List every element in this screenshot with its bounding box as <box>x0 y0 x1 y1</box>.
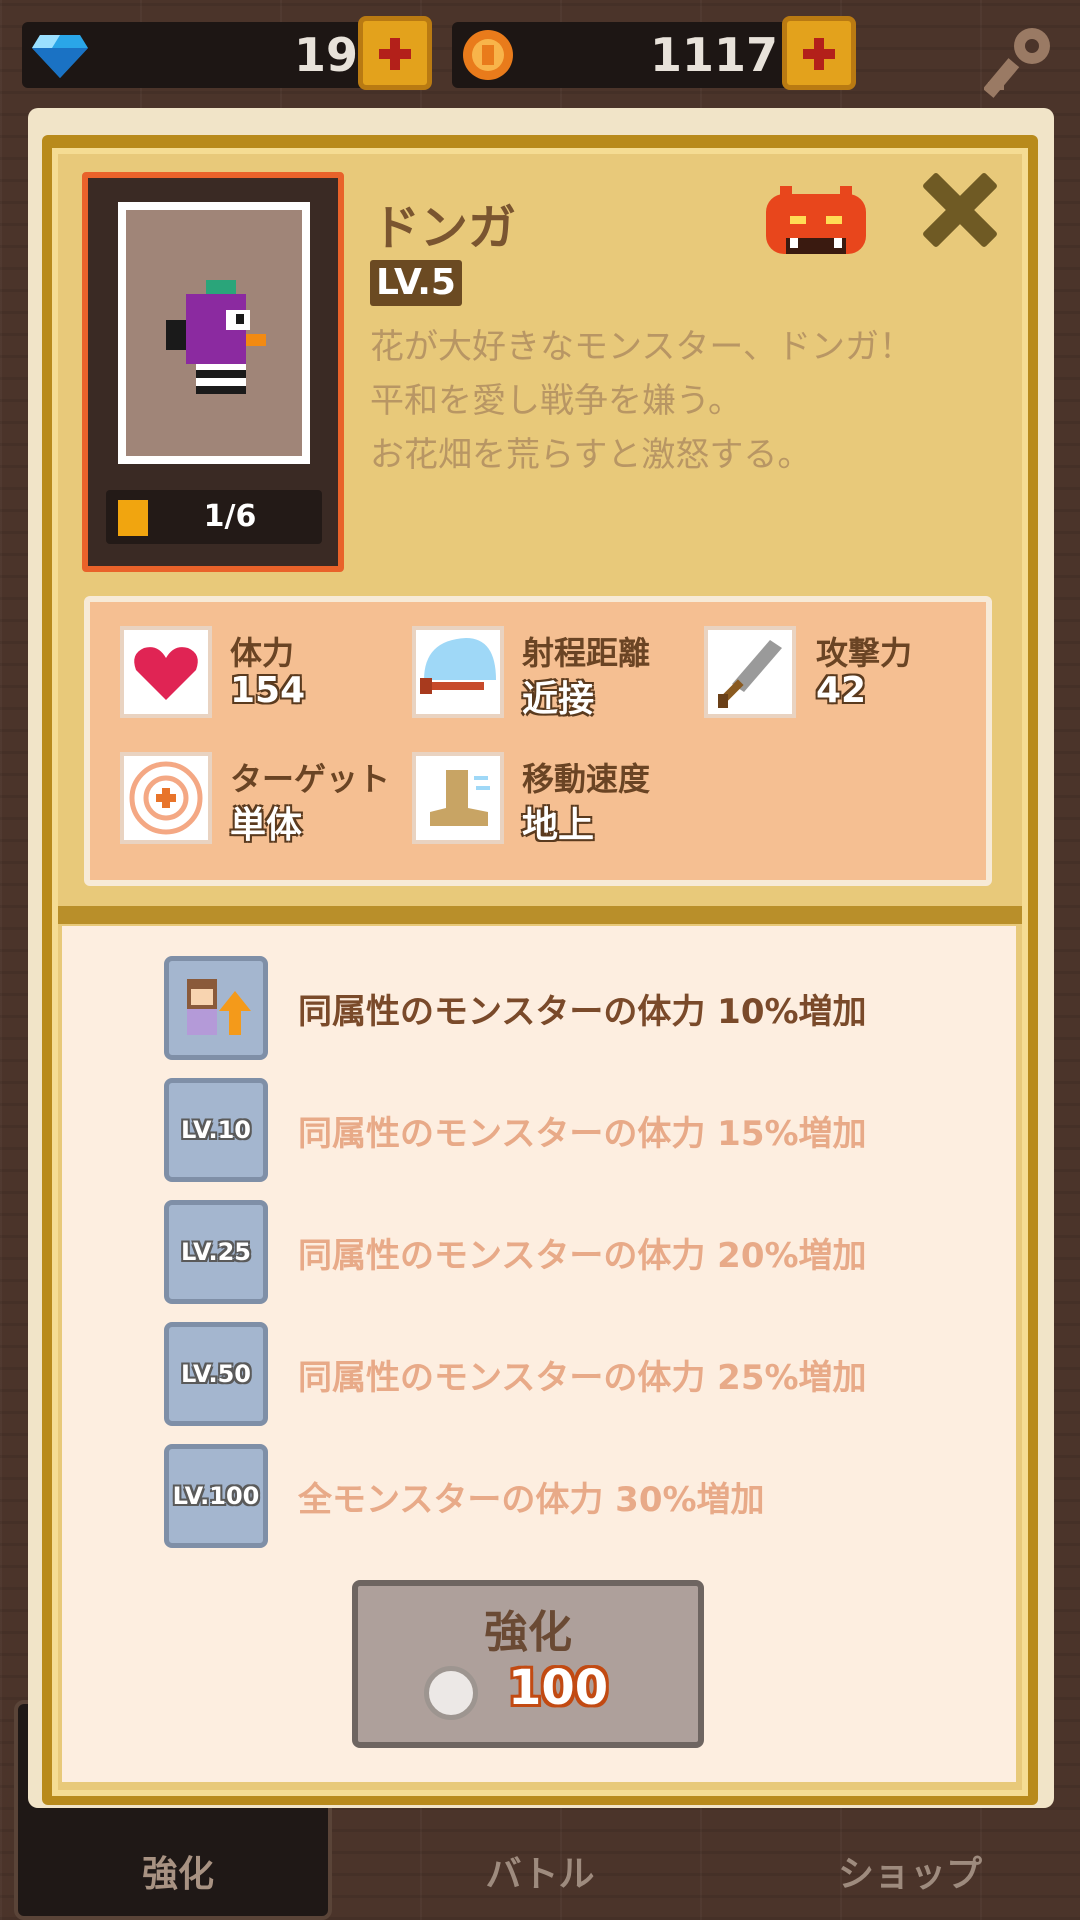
key-icon[interactable] <box>984 24 1056 102</box>
tab-battle-label: バトル <box>485 1854 595 1895</box>
coin-icon <box>463 30 513 80</box>
coin-counter: 1117 <box>452 22 808 88</box>
tab-upgrade-label: 強化 <box>141 1854 214 1895</box>
heart-icon <box>120 626 212 718</box>
fire-element-icon <box>766 186 866 254</box>
add-coins-button[interactable] <box>782 16 856 90</box>
stat-value-range: 近接 <box>522 679 595 720</box>
add-gems-button[interactable] <box>358 16 432 90</box>
gem-icon <box>32 35 88 78</box>
stat-value-target: 単体 <box>230 805 303 846</box>
skill-text-3: 同属性のモンスターの体力 20%増加 <box>298 1236 867 1276</box>
skill-level-lv50: LV.50 <box>181 1360 251 1388</box>
boot-icon <box>412 752 504 844</box>
skill-icon-lv100: LV.100 <box>164 1444 268 1548</box>
gem-counter: 19 <box>22 22 376 88</box>
coin-count: 1117 <box>649 28 778 82</box>
skill-icon-lv10: LV.10 <box>164 1078 268 1182</box>
sword-icon <box>704 626 796 718</box>
upgrade-cost: 100 <box>508 1660 609 1716</box>
skill-text-2: 同属性のモンスターの体力 15%増加 <box>298 1114 867 1154</box>
stat-name-hp: 体力 <box>230 634 295 672</box>
stat-name-range: 射程距離 <box>522 634 651 672</box>
section-divider <box>58 906 1022 924</box>
range-icon <box>412 626 504 718</box>
stat-name-target: ターゲット <box>230 760 391 798</box>
description-line-3: お花畑を荒らすと激怒する。 <box>370 435 812 475</box>
silver-coin-icon <box>424 1666 478 1720</box>
skill-text-5: 全モンスターの体力 30%増加 <box>298 1480 765 1520</box>
skill-icon-hp-up <box>164 956 268 1060</box>
stat-value-attack: 42 <box>816 670 867 711</box>
tab-shop-label: ショップ <box>837 1854 982 1895</box>
target-icon <box>120 752 212 844</box>
gem-count: 19 <box>293 28 358 82</box>
skill-text-1: 同属性のモンスターの体力 10%増加 <box>298 992 867 1032</box>
monster-sprite <box>166 280 266 394</box>
card-count: 1/6 <box>203 499 257 534</box>
stat-value-move: 地上 <box>522 805 595 846</box>
skill-text-4: 同属性のモンスターの体力 25%増加 <box>298 1358 867 1398</box>
stat-name-attack: 攻撃力 <box>816 634 913 672</box>
currency-bar: 19 1117 <box>0 0 1080 110</box>
skill-level-lv10: LV.10 <box>181 1116 251 1144</box>
monster-name: ドンガ <box>372 200 517 256</box>
skill-level-lv25: LV.25 <box>181 1238 251 1266</box>
monster-level: LV.5 <box>370 260 462 306</box>
stat-name-move: 移動速度 <box>522 760 651 798</box>
stat-value-hp: 154 <box>230 670 306 711</box>
description-line-2: 平和を愛し戦争を嫌う。 <box>370 381 742 421</box>
card-icon <box>118 500 148 536</box>
monster-description: 花が大好きなモンスター、ドンガ！ 平和を愛し戦争を嫌う。 お花畑を荒らすと激怒す… <box>370 320 970 482</box>
close-button[interactable] <box>910 160 1010 260</box>
skill-icon-lv25: LV.25 <box>164 1200 268 1304</box>
skill-icon-lv50: LV.50 <box>164 1322 268 1426</box>
skill-level-lv100: LV.100 <box>172 1482 260 1510</box>
description-line-1: 花が大好きなモンスター、ドンガ！ <box>370 327 913 367</box>
upgrade-button-label: 強化 <box>484 1607 572 1658</box>
monster-card-art <box>118 202 310 464</box>
